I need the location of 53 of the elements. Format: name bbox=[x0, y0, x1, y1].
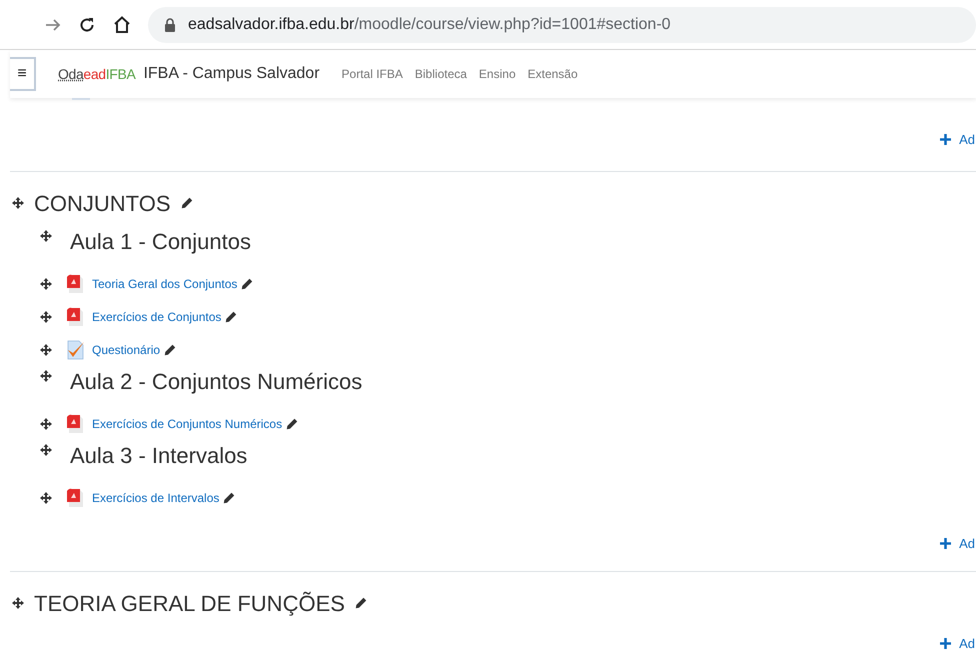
site-name[interactable]: IFBA - Campus Salvador bbox=[143, 62, 320, 86]
nav-link[interactable]: Ensino bbox=[478, 65, 516, 83]
edit-icon[interactable] bbox=[223, 492, 236, 504]
section-title: CONJUNTOS bbox=[34, 190, 170, 218]
edit-icon[interactable] bbox=[354, 597, 367, 609]
nav-link[interactable]: Portal IFBA bbox=[342, 65, 403, 83]
pdf-icon bbox=[66, 414, 84, 434]
activity-link[interactable]: Questionário bbox=[92, 340, 160, 358]
add-link[interactable]: Ad bbox=[940, 636, 976, 651]
menu-button[interactable]: ≡ bbox=[10, 57, 36, 91]
edit-icon[interactable] bbox=[225, 310, 238, 322]
section-title: TEORIA GERAL DE FUNÇÕES bbox=[34, 590, 345, 618]
move-icon[interactable] bbox=[40, 444, 52, 456]
move-icon[interactable] bbox=[40, 278, 52, 290]
checkmark-icon bbox=[66, 340, 86, 360]
move-icon[interactable] bbox=[40, 370, 52, 382]
address-bar[interactable]: eadsalvador.ifba.edu.br/moodle/course/view.php?id=1001#section-0 bbox=[148, 6, 976, 42]
activity-link[interactable]: Teoria Geral dos Conjuntos bbox=[92, 274, 238, 292]
activity-link[interactable]: Exercícios de Conjuntos bbox=[92, 308, 222, 326]
pdf-icon bbox=[66, 274, 84, 294]
move-icon[interactable] bbox=[40, 230, 52, 242]
move-icon[interactable] bbox=[12, 197, 24, 209]
plus-icon bbox=[940, 538, 952, 549]
pdf-icon bbox=[66, 306, 84, 326]
edit-icon[interactable] bbox=[180, 197, 192, 209]
nav-link[interactable]: Biblioteca bbox=[414, 65, 467, 83]
nav-link[interactable]: Extensão bbox=[528, 65, 578, 83]
home-icon[interactable] bbox=[112, 14, 132, 34]
add-link[interactable]: Ad bbox=[940, 536, 976, 551]
edit-icon[interactable] bbox=[164, 344, 176, 356]
move-icon[interactable] bbox=[12, 597, 24, 609]
move-icon[interactable] bbox=[40, 492, 52, 504]
reload-icon[interactable] bbox=[78, 16, 96, 34]
plus-icon bbox=[940, 134, 952, 145]
add-text: Ad bbox=[959, 536, 975, 551]
lock-icon bbox=[164, 18, 176, 32]
logo[interactable]: OdaeadIFBA bbox=[58, 64, 136, 84]
lesson-heading: Aula 3 - Intervalos bbox=[70, 442, 248, 470]
plus-icon bbox=[940, 638, 952, 649]
add-link[interactable]: Ad bbox=[940, 132, 976, 147]
activity-link[interactable]: Exercícios de Intervalos bbox=[92, 488, 220, 506]
activity-link[interactable]: Exercícios de Conjuntos Numéricos bbox=[92, 414, 282, 432]
move-icon[interactable] bbox=[40, 310, 52, 322]
edit-icon[interactable] bbox=[241, 278, 254, 290]
lesson-heading: Aula 1 - Conjuntos bbox=[70, 228, 251, 256]
pdf-icon bbox=[66, 488, 84, 508]
add-text: Ad bbox=[959, 132, 975, 147]
lesson-heading: Aula 2 - Conjuntos Numéricos bbox=[70, 368, 362, 396]
url-text: eadsalvador.ifba.edu.br/moodle/course/view.php?id=1001#section-0 bbox=[188, 14, 671, 34]
move-icon[interactable] bbox=[40, 418, 52, 430]
add-text: Ad bbox=[959, 636, 975, 651]
edit-icon[interactable] bbox=[286, 418, 298, 430]
move-icon[interactable] bbox=[40, 344, 52, 356]
